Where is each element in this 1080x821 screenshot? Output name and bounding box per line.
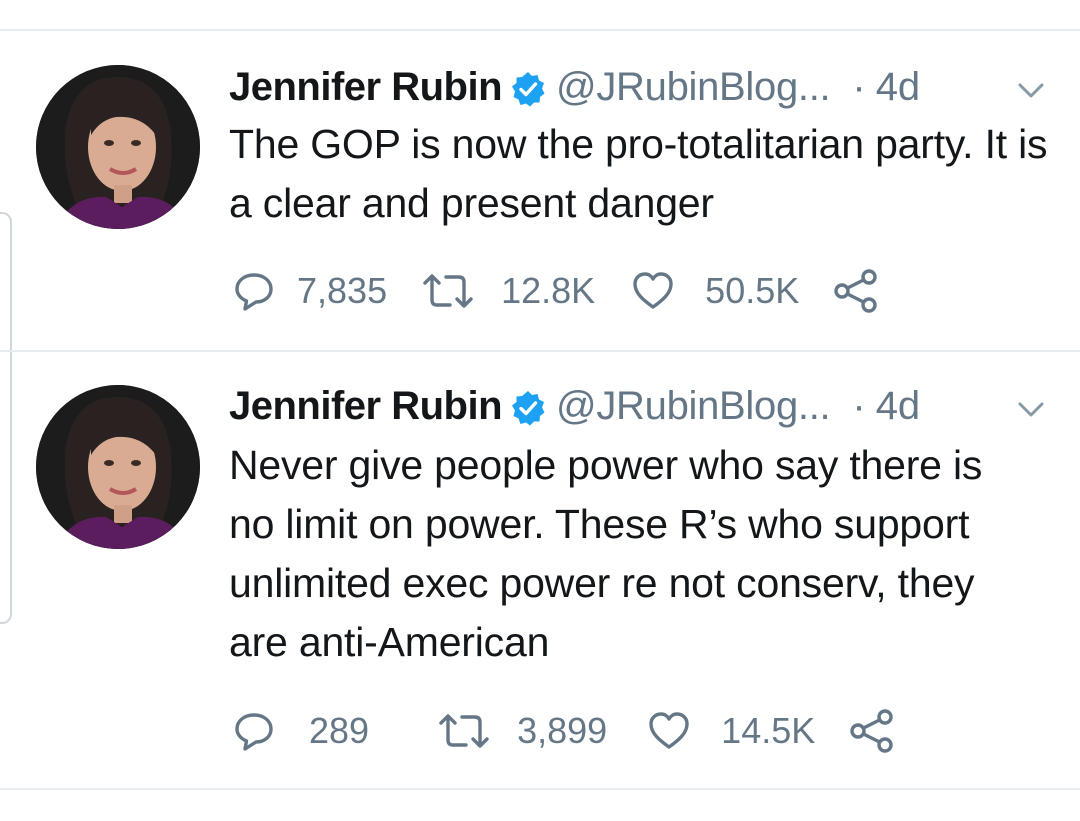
like-icon [633, 272, 673, 309]
like-count: 14.5K [721, 710, 816, 751]
reply-count: 7,835 [297, 270, 388, 311]
timestamp[interactable]: 4d [876, 62, 921, 112]
tweet-header: Jennifer Rubin @JRubinBlog... · 4d [229, 381, 920, 431]
reply-button[interactable]: 7,835 [233, 270, 387, 312]
retweet-button[interactable]: 12.8K [421, 270, 595, 312]
tweet-actions: 7,835 12.8K 50.5K [233, 268, 879, 314]
reply-icon [235, 713, 273, 751]
author-handle[interactable]: @JRubinBlog... [556, 381, 831, 431]
thread-connector [0, 212, 12, 624]
share-icon [834, 269, 877, 313]
like-count: 50.5K [705, 270, 800, 311]
share-button[interactable] [833, 269, 879, 313]
share-button[interactable] [849, 709, 895, 753]
avatar[interactable] [36, 65, 200, 229]
avatar[interactable] [36, 385, 200, 549]
top-divider [0, 29, 1080, 31]
retweet-count: 12.8K [501, 270, 596, 311]
separator-dot: · [852, 65, 866, 109]
tweet-actions: 289 3,899 14.5K [233, 708, 895, 754]
share-icon [850, 709, 893, 753]
retweet-icon [423, 274, 473, 308]
verified-badge-icon [510, 69, 546, 107]
tweet-text: The GOP is now the pro-totalitarian part… [229, 121, 1048, 226]
author-name[interactable]: Jennifer Rubin [229, 381, 503, 431]
bottom-divider [0, 788, 1080, 790]
retweet-button[interactable]: 3,899 [437, 710, 607, 752]
like-button[interactable]: 14.5K [647, 710, 815, 752]
tweet-divider [0, 350, 1080, 352]
author-handle[interactable]: @JRubinBlog... [556, 62, 831, 112]
reply-count: 289 [309, 710, 370, 751]
timestamp[interactable]: 4d [876, 381, 921, 431]
tweet-text: Never give people power who say there is… [229, 442, 983, 665]
separator-dot: · [852, 384, 866, 428]
author-name[interactable]: Jennifer Rubin [229, 62, 503, 112]
like-icon [649, 712, 689, 749]
retweet-count: 3,899 [517, 710, 608, 751]
verified-badge-icon [510, 388, 546, 426]
like-button[interactable]: 50.5K [631, 270, 799, 312]
tweet-header: Jennifer Rubin @JRubinBlog... · 4d [229, 62, 920, 112]
reply-icon [235, 273, 273, 311]
reply-button[interactable]: 289 [233, 710, 369, 752]
chevron-down-icon[interactable] [1016, 399, 1046, 421]
chevron-down-icon[interactable] [1016, 80, 1046, 102]
retweet-icon [439, 714, 489, 748]
